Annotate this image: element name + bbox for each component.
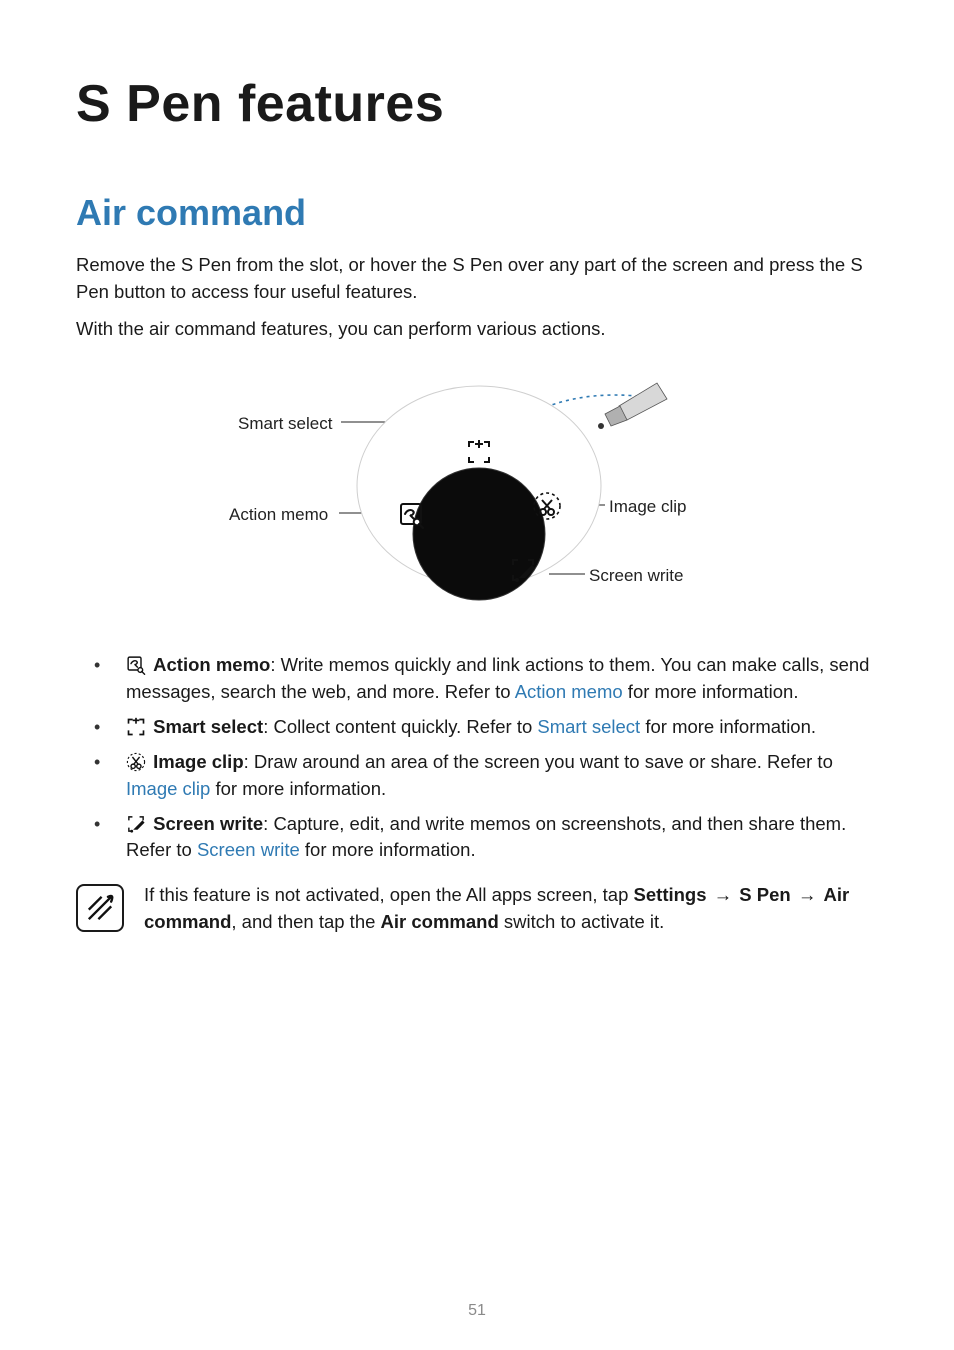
- diagram-label-image-clip: Image clip: [609, 497, 686, 517]
- feature-list: Action memo: Write memos quickly and lin…: [76, 652, 878, 864]
- link-image-clip[interactable]: Image clip: [126, 778, 210, 799]
- screen-write-icon: [126, 814, 146, 834]
- note-part: , and then tap the: [231, 911, 380, 932]
- feature-label: Smart select: [153, 716, 263, 737]
- feature-desc-a: : Collect content quickly. Refer to: [263, 716, 537, 737]
- note-part: switch to activate it.: [499, 911, 665, 932]
- feature-item-action-memo: Action memo: Write memos quickly and lin…: [76, 652, 878, 706]
- intro-paragraph-2: With the air command features, you can p…: [76, 316, 878, 343]
- feature-label: Action memo: [153, 654, 270, 675]
- spen-label: S Pen: [739, 884, 790, 905]
- diagram-label-screen-write: Screen write: [589, 566, 683, 586]
- diagram-wrap: Smart select Action memo Image clip Scre…: [227, 364, 727, 624]
- feature-label: Image clip: [153, 751, 243, 772]
- air-command-diagram: Smart select Action memo Image clip Scre…: [76, 364, 878, 624]
- arrow-icon: →: [712, 882, 735, 909]
- feature-label: Screen write: [153, 813, 263, 834]
- s-pen-icon: [598, 383, 667, 429]
- feature-desc-b: for more information.: [623, 681, 799, 702]
- note-text: If this feature is not activated, open t…: [144, 882, 878, 936]
- page-number: 51: [0, 1302, 954, 1320]
- note-part: If this feature is not activated, open t…: [144, 884, 634, 905]
- feature-desc-b: for more information.: [640, 716, 816, 737]
- air-command-label-2: Air command: [381, 911, 499, 932]
- arrow-icon: →: [796, 882, 819, 909]
- page: S Pen features Air command Remove the S …: [0, 0, 954, 1350]
- link-smart-select[interactable]: Smart select: [537, 716, 640, 737]
- feature-desc-a: : Draw around an area of the screen you …: [244, 751, 833, 772]
- link-screen-write[interactable]: Screen write: [197, 839, 300, 860]
- feature-item-screen-write: Screen write: Capture, edit, and write m…: [76, 811, 878, 865]
- action-memo-icon: [126, 655, 146, 675]
- smart-select-icon: [126, 717, 146, 737]
- link-action-memo[interactable]: Action memo: [515, 681, 623, 702]
- feature-item-image-clip: Image clip: Draw around an area of the s…: [76, 749, 878, 803]
- feature-desc-b: for more information.: [300, 839, 476, 860]
- image-clip-icon: [126, 752, 146, 772]
- feature-desc-b: for more information.: [210, 778, 386, 799]
- section-heading-air-command: Air command: [76, 192, 878, 234]
- intro-paragraph-1: Remove the S Pen from the slot, or hover…: [76, 252, 878, 306]
- note-icon: [76, 884, 124, 932]
- diagram-label-action-memo: Action memo: [229, 505, 328, 525]
- page-title: S Pen features: [76, 74, 878, 134]
- diagram-label-smart-select: Smart select: [238, 414, 332, 434]
- feature-item-smart-select: Smart select: Collect content quickly. R…: [76, 714, 878, 741]
- note: If this feature is not activated, open t…: [76, 882, 878, 936]
- settings-label: Settings: [634, 884, 707, 905]
